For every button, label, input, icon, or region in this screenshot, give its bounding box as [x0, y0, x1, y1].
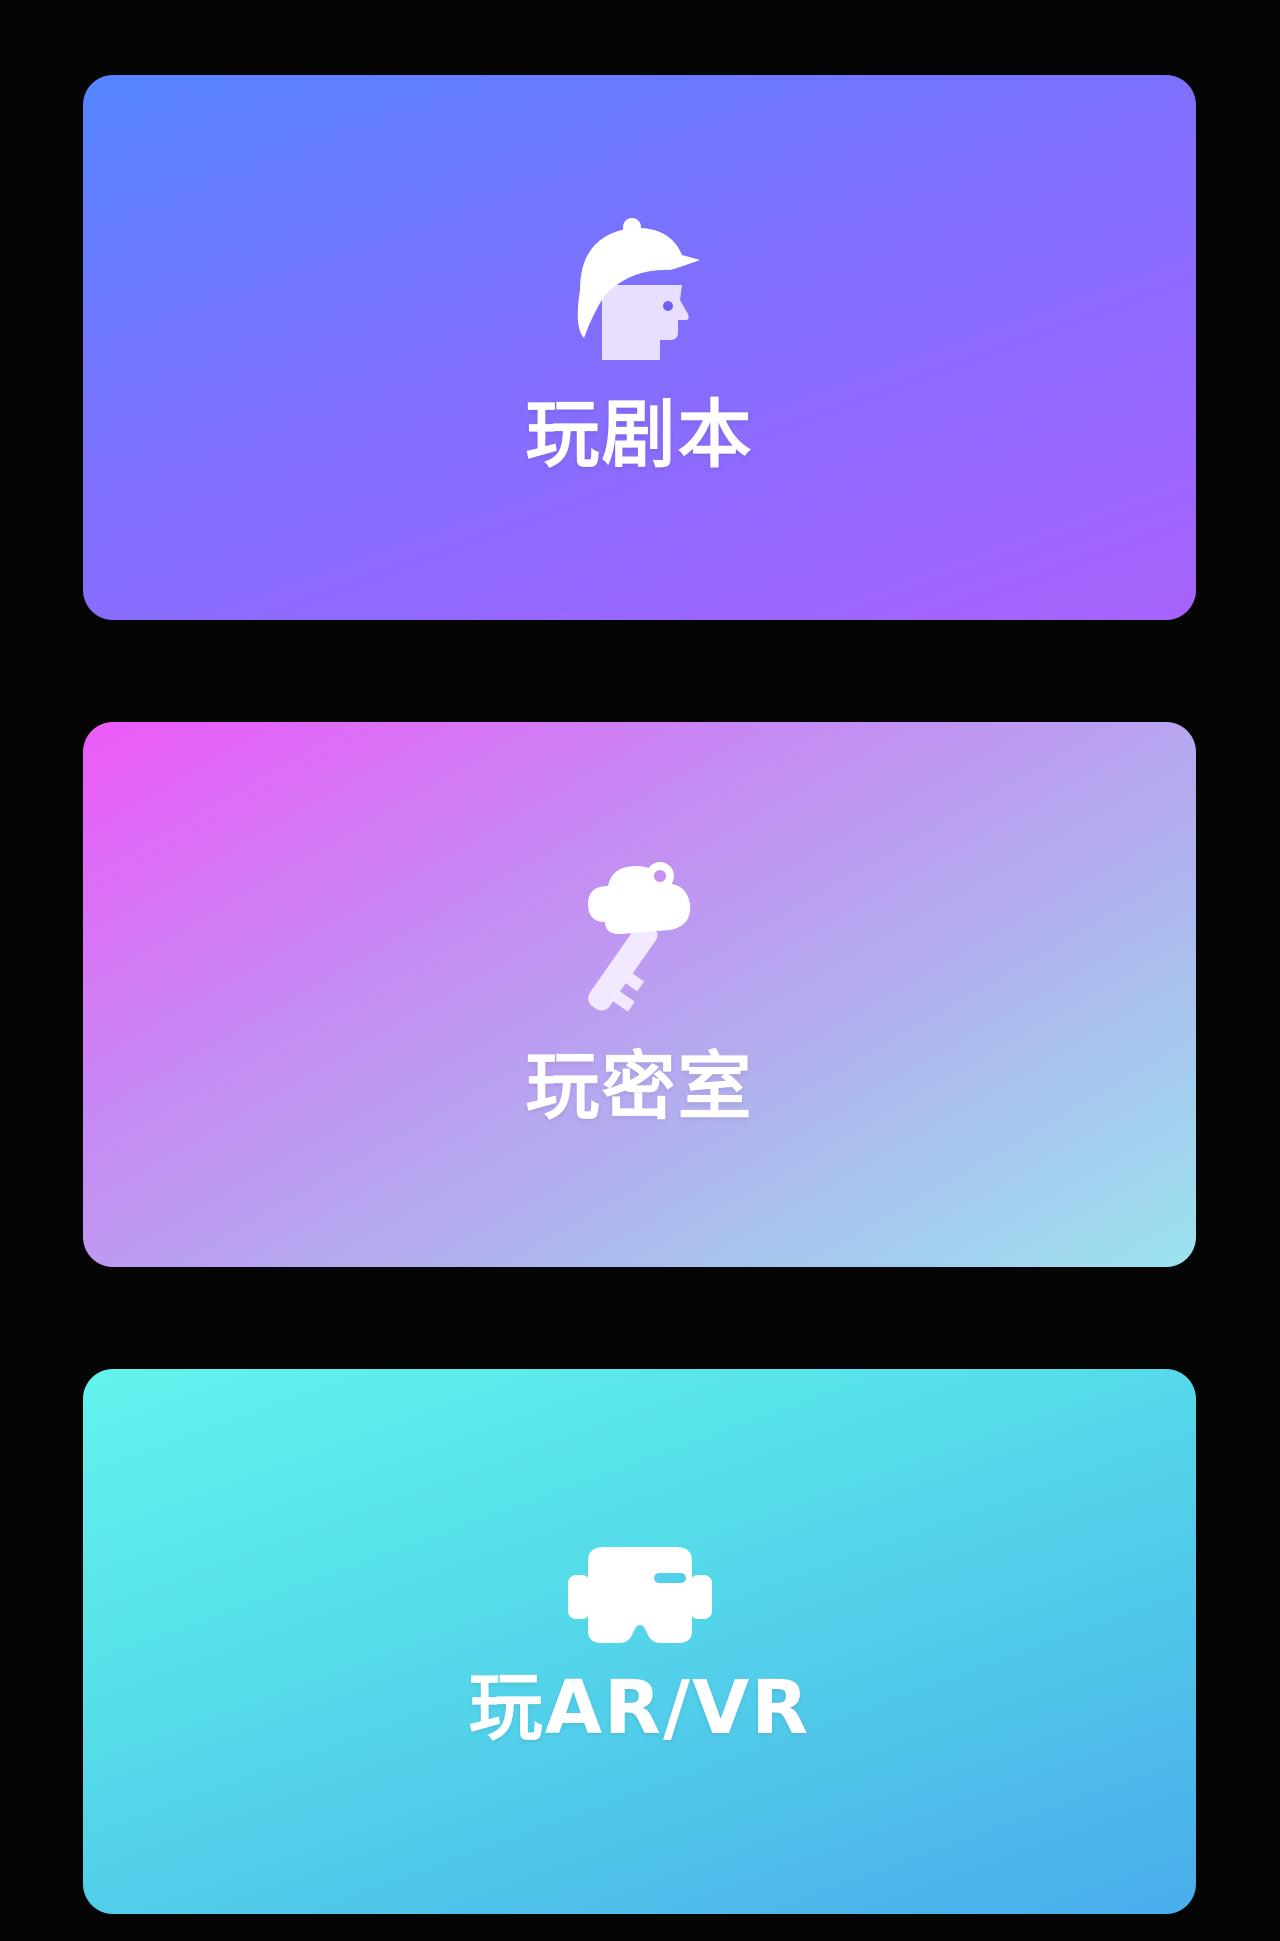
card-content: 玩AR/VR — [83, 1539, 1196, 1745]
script-game-card[interactable]: 玩剧本 — [83, 75, 1196, 620]
helmet-head-icon — [560, 210, 720, 380]
vr-headset-icon — [560, 1539, 720, 1649]
card-label: 玩剧本 — [525, 392, 754, 478]
ar-vr-card[interactable]: 玩AR/VR — [83, 1369, 1196, 1914]
card-content: 玩剧本 — [83, 210, 1196, 472]
card-label: 玩AR/VR — [468, 1665, 811, 1751]
key-icon — [560, 852, 720, 1032]
escape-room-card[interactable]: 玩密室 — [83, 722, 1196, 1267]
card-label: 玩密室 — [525, 1044, 754, 1130]
card-content: 玩密室 — [83, 852, 1196, 1124]
